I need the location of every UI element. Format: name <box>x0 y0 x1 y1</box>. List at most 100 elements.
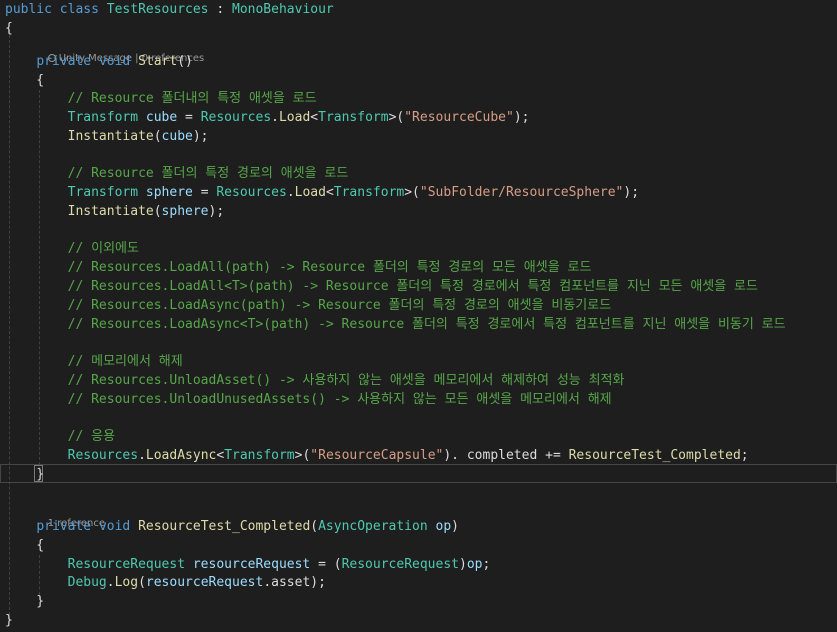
text-token: . <box>138 448 146 463</box>
text-token: ); <box>623 185 640 200</box>
code-line[interactable]: // 메모리에서 해제 <box>5 352 183 371</box>
codelens-start[interactable]: Unity Message | 0 references <box>35 38 204 64</box>
method-token: ResourceTest_Completed <box>138 519 311 534</box>
text-token: < <box>310 110 319 125</box>
code-line[interactable]: { <box>5 71 44 90</box>
text-token: asset <box>271 575 311 590</box>
type-token: Debug <box>67 575 107 590</box>
text-token: . <box>106 575 115 590</box>
code-line[interactable]: } <box>5 611 13 630</box>
code-line[interactable]: Debug.Log(resourceRequest.asset); <box>5 573 326 592</box>
code-line[interactable]: private void Start() <box>5 52 193 71</box>
code-line[interactable]: } <box>5 592 44 611</box>
text-token: += <box>537 448 569 463</box>
code-line[interactable]: // Resource 폴더내의 특정 애셋을 로드 <box>5 89 317 108</box>
text-token: ( <box>153 204 162 219</box>
code-line[interactable]: // Resources.UnloadAsset() -> 사용하지 않는 애셋… <box>5 371 625 390</box>
text-token: ); <box>208 204 225 219</box>
variable-token: resourceRequest <box>192 557 311 572</box>
code-line[interactable]: public class TestResources : MonoBehavio… <box>5 0 334 19</box>
string-token: "SubFolder/ResourceSphere" <box>419 185 624 200</box>
text-token: () <box>177 54 193 69</box>
method-token: Log <box>114 575 139 590</box>
text-token: = <box>177 110 201 125</box>
text-token: } <box>5 467 45 482</box>
text-token: . <box>263 575 272 590</box>
text-token: ); <box>513 110 530 125</box>
code-line[interactable]: // Resources.LoadAsync(path) -> Resource… <box>5 296 612 315</box>
type-token: MonoBehaviour <box>232 2 334 17</box>
comment-token: // 응용 <box>67 429 116 444</box>
current-line-highlight <box>0 464 837 483</box>
text-token: = ( <box>310 557 342 572</box>
variable-token: sphere <box>161 204 209 219</box>
code-line[interactable]: // 응용 <box>5 427 115 446</box>
code-line[interactable]: Resources.LoadAsync<Transform>("Resource… <box>5 446 749 465</box>
variable-token: sphere <box>145 185 193 200</box>
code-line[interactable]: // Resource 폴더의 특정 경로의 애셋을 로드 <box>5 164 349 183</box>
code-line[interactable]: // Resources.LoadAsync<T>(path) -> Resou… <box>5 315 786 334</box>
keyword-token: void <box>98 54 131 69</box>
code-line[interactable]: // Resources.LoadAll<T>(path) -> Resourc… <box>5 277 758 296</box>
comment-token: // Resources.UnloadAsset() -> 사용하지 않는 애셋… <box>67 373 625 388</box>
code-line[interactable]: // Resources.LoadAll(path) -> Resource 폴… <box>5 258 592 277</box>
code-line[interactable]: } <box>5 465 44 484</box>
variable-token: resourceRequest <box>145 575 264 590</box>
code-line[interactable]: // Resources.UnloadUnusedAssets() -> 사용하… <box>5 390 612 409</box>
type-token: Transform <box>67 110 139 125</box>
text-token: = <box>192 185 217 200</box>
text-token: >( <box>404 185 420 200</box>
type-token: ResourceRequest <box>67 557 186 572</box>
comment-token: // 이외에도 <box>67 241 139 256</box>
code-line[interactable]: Instantiate(cube); <box>5 127 209 146</box>
code-line[interactable]: Instantiate(sphere); <box>5 202 225 221</box>
text-token: ); <box>192 129 209 144</box>
codelens-completed[interactable]: 1 reference <box>35 503 105 529</box>
code-line[interactable]: Transform sphere = Resources.Load<Transf… <box>5 183 639 202</box>
type-token: Transform <box>224 448 295 463</box>
text-token: ( <box>310 519 319 534</box>
code-editor[interactable]: Unity Message | 0 references 1 reference… <box>0 0 837 632</box>
comment-token: // Resource 폴더내의 특정 애셋을 로드 <box>67 91 317 106</box>
type-token: TestResources <box>106 2 209 17</box>
code-line[interactable]: { <box>5 19 13 38</box>
text-token: : <box>208 2 232 17</box>
method-token: ResourceTest_Completed <box>568 448 741 463</box>
method-token: Start <box>138 54 178 69</box>
text-token: ; <box>740 448 749 463</box>
code-line[interactable]: private void ResourceTest_Completed(Asyn… <box>5 517 459 536</box>
string-token: "ResourceCapsule" <box>310 448 444 463</box>
method-token: Load <box>294 185 326 200</box>
code-line[interactable]: ResourceRequest resourceRequest = (Resou… <box>5 555 491 574</box>
text-token: . <box>286 185 295 200</box>
comment-token: // Resources.UnloadUnusedAssets() -> 사용하… <box>67 392 612 407</box>
text-token: < <box>216 448 225 463</box>
text-token: { <box>5 538 45 553</box>
type-token: ResourceRequest <box>341 557 459 572</box>
text-token: >( <box>388 110 405 125</box>
code-line[interactable]: { <box>5 536 44 555</box>
text-token: ) <box>451 519 459 534</box>
code-line[interactable]: Transform cube = Resources.Load<Transfor… <box>5 108 530 127</box>
code-line[interactable]: // 이외에도 <box>5 239 139 258</box>
